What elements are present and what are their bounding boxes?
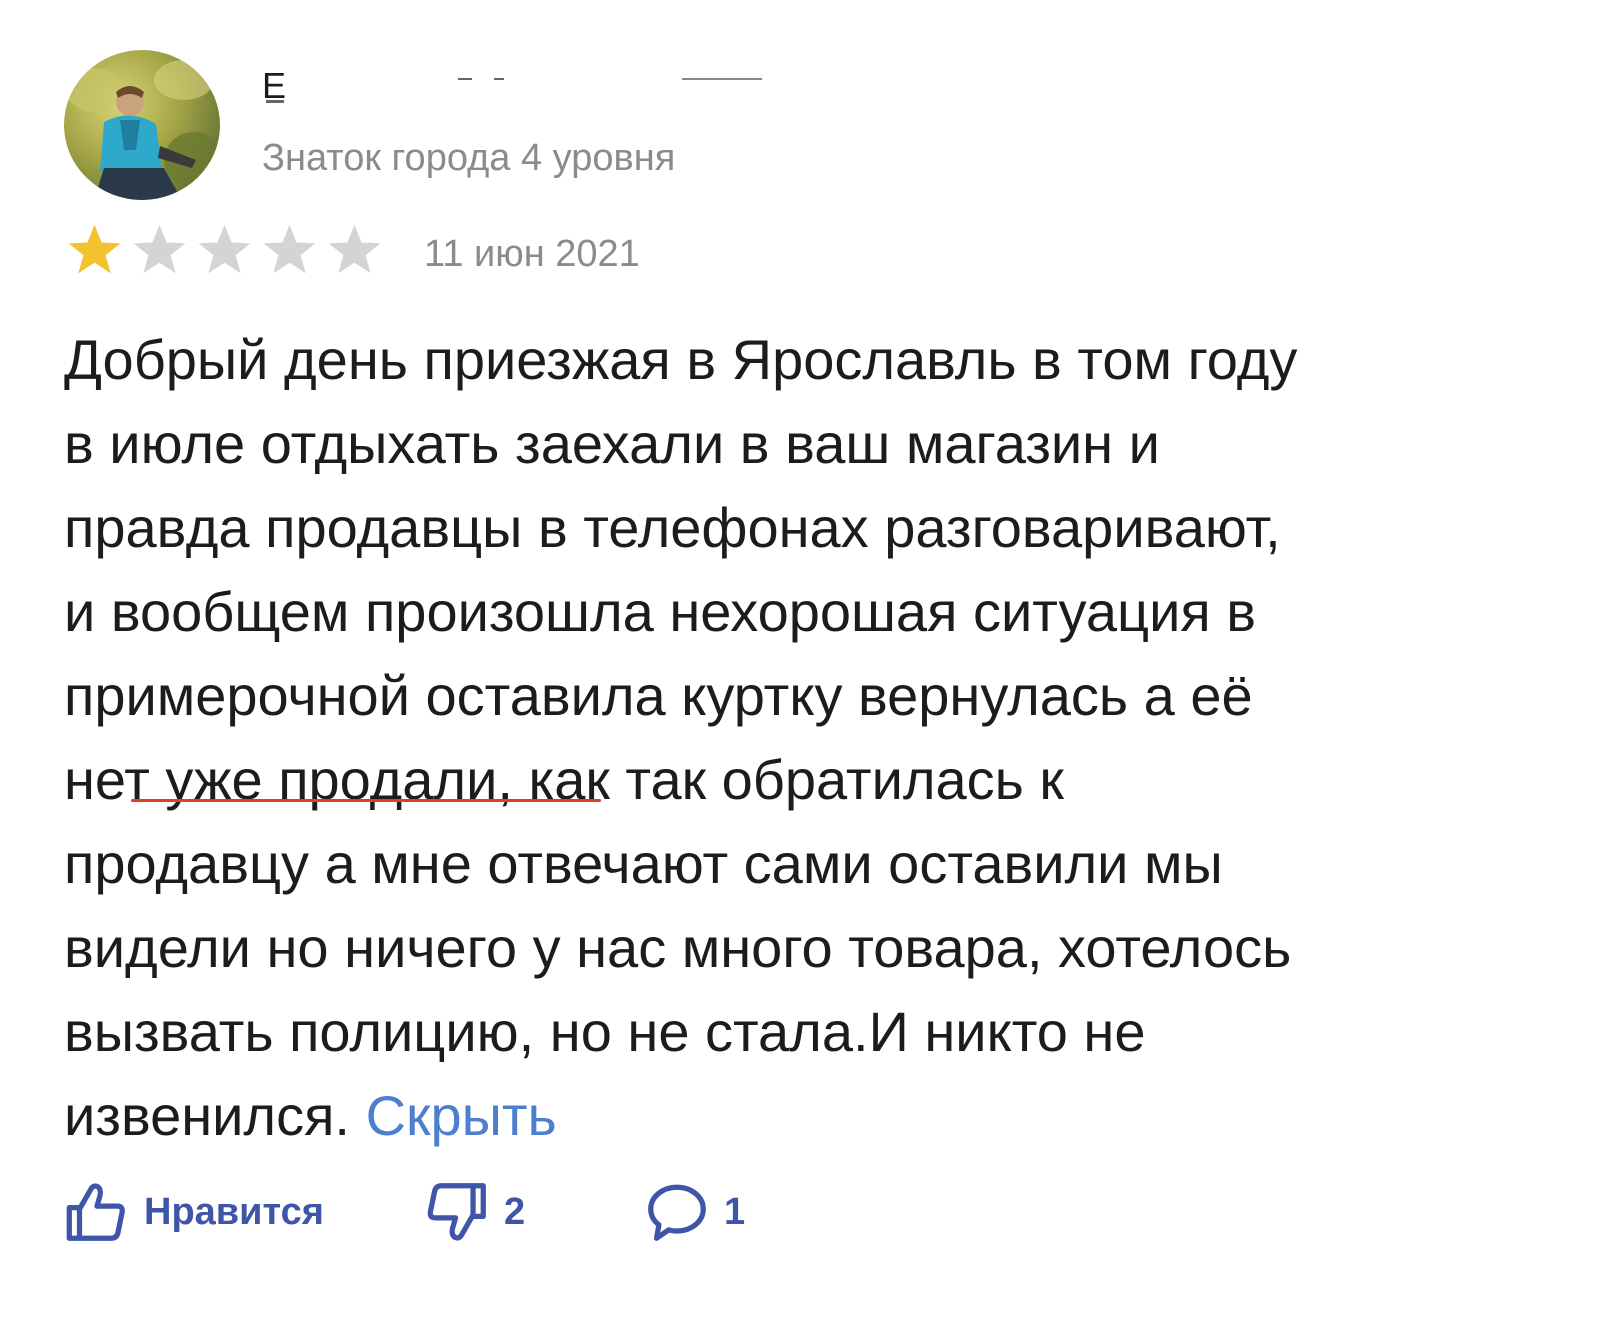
blurred-name-part xyxy=(458,78,472,80)
like-label: Нравится xyxy=(144,1190,324,1233)
comment-count: 1 xyxy=(724,1190,746,1233)
thumbs-up-icon xyxy=(66,1183,125,1241)
dislike-count: 2 xyxy=(504,1190,526,1233)
avatar-photo xyxy=(66,60,220,200)
blurred-name-part xyxy=(266,100,284,103)
review-line: видели но ничего у нас много товара, хот… xyxy=(64,916,1292,979)
author-name[interactable]: Е xyxy=(262,66,772,106)
star-empty-icon xyxy=(263,224,316,274)
author-level: Знаток города 4 уровня xyxy=(262,137,676,179)
blurred-name-part xyxy=(682,78,762,80)
review-date: 11 июн 2021 xyxy=(424,233,640,275)
star-empty-icon xyxy=(198,224,251,274)
blurred-name-part xyxy=(494,78,504,80)
review-line-text: извенился. xyxy=(64,1084,350,1147)
like-button[interactable]: Нравится xyxy=(62,1172,324,1252)
comment-button[interactable]: 1 xyxy=(642,1172,745,1252)
comment-icon xyxy=(648,1184,706,1241)
review-line: вызвать полицию, но не стала.И никто не xyxy=(64,1000,1146,1063)
review-line: продавцу а мне отвечают сами оставили мы xyxy=(64,832,1223,895)
review-line: нет уже продали, как так обратилась к xyxy=(64,748,1064,811)
red-underline xyxy=(131,799,601,802)
review-card: Е Знаток города 4 уровня 11 июн 2021 Доб… xyxy=(0,0,1600,1326)
star-empty-icon xyxy=(328,224,381,274)
review-line: в июле отдыхать заехали в ваш магазин и xyxy=(64,412,1160,475)
star-empty-icon xyxy=(133,224,186,274)
hide-link[interactable]: Скрыть xyxy=(366,1084,557,1147)
review-line: правда продавцы в телефонах разговариваю… xyxy=(64,496,1281,559)
rating-stars xyxy=(62,222,387,276)
dislike-button[interactable]: 2 xyxy=(422,1172,525,1252)
review-line: и вообщем произошла нехорошая ситуация в xyxy=(64,580,1257,643)
thumbs-down-icon xyxy=(427,1183,486,1241)
avatar[interactable] xyxy=(64,50,220,200)
review-text: Добрый день приезжая в Ярославль в том г… xyxy=(64,318,1524,1158)
star-filled-icon xyxy=(68,224,121,274)
review-line: примерочной оставила куртку вернулась а … xyxy=(64,664,1253,727)
review-line: Добрый день приезжая в Ярославль в том г… xyxy=(64,328,1298,391)
review-line-last: извенился. Скрыть xyxy=(64,1074,1524,1158)
